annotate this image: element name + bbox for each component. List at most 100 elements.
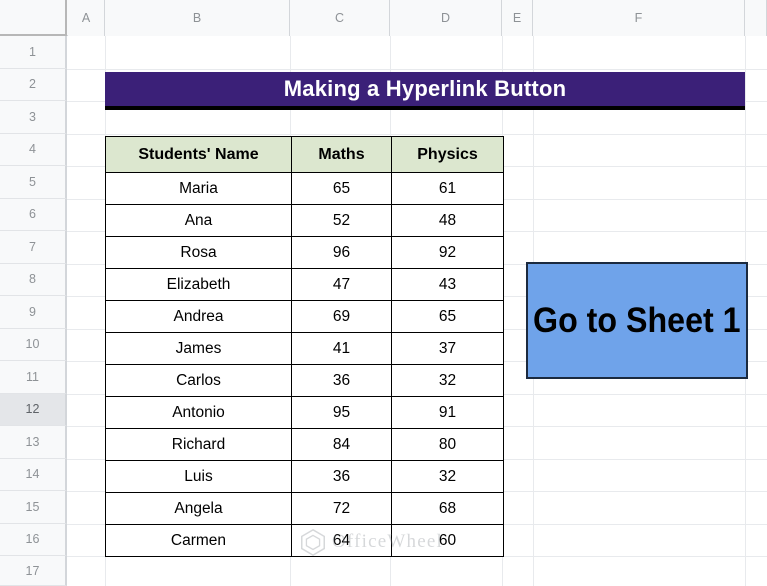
row-header-label: 14 bbox=[25, 467, 40, 482]
row-header-5[interactable]: 5 bbox=[0, 166, 67, 199]
cell-student-name[interactable]: Richard bbox=[105, 428, 292, 461]
row-header-11[interactable]: 11 bbox=[0, 361, 67, 394]
row-header-label: 17 bbox=[25, 563, 40, 578]
column-header-a[interactable]: A bbox=[68, 0, 105, 36]
go-to-sheet-1-button[interactable]: Go to Sheet 1 bbox=[526, 262, 748, 379]
row-header-13[interactable]: 13 bbox=[0, 426, 67, 459]
row-header-4[interactable]: 4 bbox=[0, 133, 67, 166]
cell-maths-score[interactable]: 95 bbox=[291, 396, 392, 429]
column-header-students-name: Students' Name bbox=[105, 136, 292, 173]
row-header-15[interactable]: 15 bbox=[0, 491, 67, 524]
cell-maths-score[interactable]: 96 bbox=[291, 236, 392, 269]
cell-physics-score[interactable]: 92 bbox=[391, 236, 504, 269]
column-header-label: B bbox=[192, 11, 202, 25]
row-header-label: 13 bbox=[25, 434, 40, 449]
row-header-label: 16 bbox=[25, 532, 40, 547]
cell-maths-score[interactable]: 52 bbox=[291, 204, 392, 237]
row-header-label: 1 bbox=[29, 44, 36, 59]
row-header-12[interactable]: 12 bbox=[0, 393, 67, 426]
cell-student-name[interactable]: Luis bbox=[105, 460, 292, 493]
column-header-label: F bbox=[634, 11, 643, 25]
cell-student-name[interactable]: Carlos bbox=[105, 364, 292, 397]
column-header-label: A bbox=[81, 11, 91, 25]
row-header-label: 11 bbox=[26, 369, 39, 384]
cell-physics-score[interactable]: 68 bbox=[391, 492, 504, 525]
cell-student-name[interactable]: Elizabeth bbox=[105, 268, 292, 301]
cell-student-name[interactable]: Carmen bbox=[105, 524, 292, 557]
select-all-corner[interactable] bbox=[0, 0, 67, 36]
row-header-8[interactable]: 8 bbox=[0, 263, 67, 296]
cell-student-name[interactable]: James bbox=[105, 332, 292, 365]
cell-physics-score[interactable]: 91 bbox=[391, 396, 504, 429]
cell-student-name[interactable]: Andrea bbox=[105, 300, 292, 333]
row-header-label: 2 bbox=[29, 77, 36, 92]
cell-maths-score[interactable]: 72 bbox=[291, 492, 392, 525]
row-header-label: 3 bbox=[29, 109, 36, 124]
cell-student-name[interactable]: Rosa bbox=[105, 236, 292, 269]
table-row: Andrea 69 65 bbox=[105, 300, 504, 333]
row-header-label: 4 bbox=[29, 142, 36, 157]
cell-physics-score[interactable]: 80 bbox=[391, 428, 504, 461]
column-header-physics: Physics bbox=[391, 136, 504, 173]
row-header-9[interactable]: 9 bbox=[0, 296, 67, 329]
cell-student-name[interactable]: Ana bbox=[105, 204, 292, 237]
officewheel-watermark: OfficeWheel bbox=[298, 527, 443, 557]
cell-maths-score[interactable]: 36 bbox=[291, 364, 392, 397]
table-row: Angela 72 68 bbox=[105, 492, 504, 525]
page-title: Making a Hyperlink Button bbox=[283, 76, 567, 101]
cell-physics-score[interactable]: 43 bbox=[391, 268, 504, 301]
table-row: Maria 65 61 bbox=[105, 172, 504, 205]
cell-maths-score[interactable]: 69 bbox=[291, 300, 392, 333]
row-header-16[interactable]: 16 bbox=[0, 523, 67, 556]
column-header-partial[interactable] bbox=[745, 0, 767, 36]
cell-maths-score[interactable]: 47 bbox=[291, 268, 392, 301]
cell-student-name[interactable]: Angela bbox=[105, 492, 292, 525]
row-header-17[interactable]: 17 bbox=[0, 556, 67, 586]
cell-maths-score[interactable]: 84 bbox=[291, 428, 392, 461]
table-row: Antonio 95 91 bbox=[105, 396, 504, 429]
cell-physics-score[interactable]: 61 bbox=[391, 172, 504, 205]
row-header-label: 5 bbox=[29, 174, 36, 189]
table-row: Luis 36 32 bbox=[105, 460, 504, 493]
row-header-14[interactable]: 14 bbox=[0, 458, 67, 491]
table-row: Carlos 36 32 bbox=[105, 364, 504, 397]
row-header-3[interactable]: 3 bbox=[0, 101, 67, 134]
row-header-label: 7 bbox=[29, 239, 36, 254]
title-banner: Making a Hyperlink Button bbox=[105, 72, 745, 110]
column-header-label: C bbox=[334, 11, 345, 25]
cell-physics-score[interactable]: 48 bbox=[391, 204, 504, 237]
row-header-6[interactable]: 6 bbox=[0, 198, 67, 231]
cell-maths-score[interactable]: 41 bbox=[291, 332, 392, 365]
column-header-e[interactable]: E bbox=[502, 0, 533, 36]
cell-physics-score[interactable]: 32 bbox=[391, 364, 504, 397]
grid-row-line bbox=[67, 68, 767, 70]
cell-maths-score[interactable]: 65 bbox=[291, 172, 392, 205]
row-header-2[interactable]: 2 bbox=[0, 68, 67, 101]
row-header-label: 12 bbox=[25, 402, 40, 417]
row-header-10[interactable]: 10 bbox=[0, 328, 67, 361]
table-row: Ana 52 48 bbox=[105, 204, 504, 237]
cell-student-name[interactable]: Maria bbox=[105, 172, 292, 205]
cell-physics-score[interactable]: 32 bbox=[391, 460, 504, 493]
cell-maths-score[interactable]: 36 bbox=[291, 460, 392, 493]
row-header-label: 15 bbox=[25, 499, 40, 514]
row-header-label: 6 bbox=[29, 207, 36, 222]
spreadsheet-app: ABCDEF 1 2 3 4 5 6 7 8 9 10 11 12 13 14 15 16 17 Making … bbox=[0, 0, 767, 586]
row-header-label: 8 bbox=[29, 272, 36, 287]
column-header-label: D bbox=[440, 11, 451, 25]
column-header-c[interactable]: C bbox=[290, 0, 390, 36]
table-row: Richard 84 80 bbox=[105, 428, 504, 461]
column-header-b[interactable]: B bbox=[105, 0, 290, 36]
column-header-maths: Maths bbox=[291, 136, 392, 173]
cell-physics-score[interactable]: 65 bbox=[391, 300, 504, 333]
table-row: Rosa 96 92 bbox=[105, 236, 504, 269]
row-header-1[interactable]: 1 bbox=[0, 36, 67, 69]
officewheel-watermark-text: OfficeWheel bbox=[332, 531, 443, 552]
column-header-d[interactable]: D bbox=[390, 0, 502, 36]
grid-row-line bbox=[67, 133, 767, 135]
column-header-f[interactable]: F bbox=[533, 0, 745, 36]
cell-physics-score[interactable]: 37 bbox=[391, 332, 504, 365]
row-header-7[interactable]: 7 bbox=[0, 231, 67, 264]
table-row: Elizabeth 47 43 bbox=[105, 268, 504, 301]
cell-student-name[interactable]: Antonio bbox=[105, 396, 292, 429]
